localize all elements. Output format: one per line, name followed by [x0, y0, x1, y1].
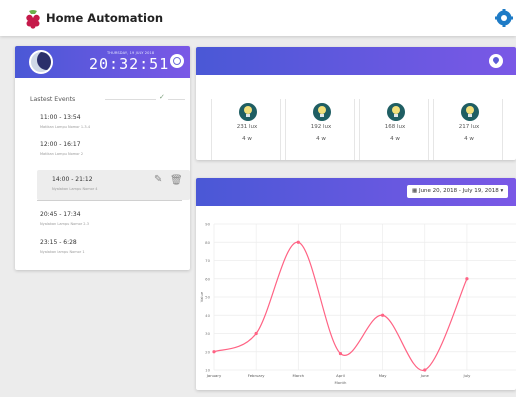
location-pin-icon[interactable]: [489, 54, 503, 68]
clock-header: THURSDAY, 19 JULY 2018 20:32:51: [15, 46, 190, 78]
sensor-watt: 4 w: [390, 136, 400, 142]
check-icon[interactable]: ✓: [156, 93, 168, 101]
x-tick-label: February: [248, 373, 266, 378]
sensors-header: [196, 47, 516, 75]
y-tick-label: 50: [205, 295, 210, 300]
y-tick-label: 80: [205, 240, 210, 245]
moon-icon: [29, 50, 53, 74]
sensor-tile[interactable]: 192 lux 4 w: [285, 99, 355, 160]
event-time: 14:00 - 21:12: [52, 176, 93, 183]
x-tick-label: May: [379, 373, 388, 378]
y-tick-label: 90: [205, 222, 210, 227]
list-item[interactable]: 11:00 - 13:54 Matikan Lampu Nomor 1-3-4: [40, 114, 90, 129]
raspberry-pi-logo: [26, 10, 40, 29]
sensor-tile[interactable]: 217 lux 4 w: [433, 99, 503, 160]
selected-event-underline: [37, 200, 182, 201]
y-tick-label: 60: [205, 276, 210, 281]
y-axis-label: Value: [199, 291, 204, 302]
data-point: [212, 350, 216, 354]
sensor-lux: 231 lux: [236, 124, 258, 130]
chart-panel: ▦ June 20, 2018 - July 19, 2018 ▾ 10 20 30…: [196, 178, 516, 390]
light-bulb-icon: [239, 103, 257, 121]
event-time: 20:45 - 17:34: [40, 211, 81, 218]
x-tick-label: July: [463, 373, 472, 378]
data-point: [254, 331, 258, 336]
y-tick-label: 70: [205, 258, 210, 263]
x-tick-label: June: [420, 373, 430, 378]
y-tick-label: 40: [205, 313, 210, 318]
date-range-picker[interactable]: ▦ June 20, 2018 - July 19, 2018 ▾: [407, 185, 509, 198]
events-title: Lastest Events: [30, 96, 76, 103]
data-point: [465, 277, 469, 281]
event-description: Nyalakan lampu Nomor 1: [40, 250, 85, 254]
sensor-tile[interactable]: 168 lux 4 w: [359, 99, 429, 160]
chart-header: ▦ June 20, 2018 - July 19, 2018 ▾: [196, 178, 516, 206]
line-chart: 10 20 30 40 50 60 70 80 90 January February March Ap…: [199, 222, 516, 385]
y-tick-label: 20: [205, 349, 210, 354]
sensor-watt: 4 w: [242, 136, 252, 142]
gear-icon[interactable]: [495, 9, 513, 27]
event-description: Nyalakan Lampu Nomor 2-3: [40, 222, 90, 226]
data-point: [423, 368, 427, 372]
caret-down-icon: ▾: [500, 188, 504, 194]
trash-icon[interactable]: 🗑: [170, 175, 183, 186]
light-bulb-icon: [387, 103, 405, 121]
list-item[interactable]: 23:15 - 6:28 Nyalakan lampu Nomor 1: [40, 239, 85, 254]
y-tick-label: 10: [205, 368, 210, 373]
pencil-icon[interactable]: ✎: [154, 174, 162, 185]
light-bulb-icon: [461, 103, 479, 121]
data-point: [296, 240, 300, 244]
sensor-watt: 4 w: [464, 136, 474, 142]
event-description: Matikan Lampu Nomor 2: [40, 152, 84, 156]
clock-icon[interactable]: [170, 54, 184, 68]
sensors-panel: 231 lux 4 w 192 lux 4 w 168 lux 4 w 217 …: [196, 47, 516, 160]
list-item[interactable]: 20:45 - 17:34 Nyalakan Lampu Nomor 2-3: [40, 211, 89, 226]
light-bulb-icon: [313, 103, 331, 121]
data-point: [381, 313, 385, 317]
y-tick-label: 30: [205, 331, 210, 336]
clock-time: 20:32:51: [89, 55, 170, 73]
x-tick-label: April: [336, 373, 345, 378]
sensor-lux: 168 lux: [384, 124, 406, 130]
app-title: Home Automation: [46, 11, 164, 25]
list-item[interactable]: 14:00 - 21:12 Nyalakan Lampu Nomor 4: [52, 176, 98, 191]
sensor-tile[interactable]: 231 lux 4 w: [211, 99, 281, 160]
top-bar: Home Automation: [0, 0, 516, 36]
event-time: 11:00 - 13:54: [40, 114, 81, 121]
x-tick-label: January: [206, 373, 222, 378]
sensor-lux: 217 lux: [458, 124, 480, 130]
events-divider: [105, 99, 185, 100]
sensor-lux: 192 lux: [310, 124, 332, 130]
event-time: 12:00 - 16:17: [40, 141, 81, 148]
x-axis-label: Month: [335, 380, 347, 385]
events-panel: THURSDAY, 19 JULY 2018 20:32:51 Lastest …: [15, 46, 190, 270]
data-point: [338, 351, 343, 356]
event-description: Nyalakan Lampu Nomor 4: [52, 187, 98, 191]
sensor-watt: 4 w: [316, 136, 326, 142]
event-description: Matikan Lampu Nomor 1-3-4: [40, 125, 91, 129]
list-item[interactable]: 12:00 - 16:17 Matikan Lampu Nomor 2: [40, 141, 83, 156]
date-range-label: June 20, 2018 - July 19, 2018: [418, 188, 499, 194]
x-tick-label: March: [293, 373, 305, 378]
event-time: 23:15 - 6:28: [40, 239, 77, 246]
calendar-icon: ▦: [412, 188, 418, 194]
